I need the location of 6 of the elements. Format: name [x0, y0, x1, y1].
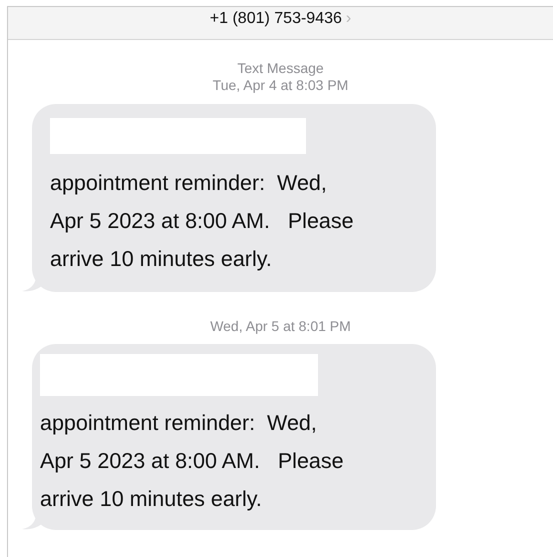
message-text: appointment reminder: Wed, Apr 5 2023 at 8:00 AM. Please arrive 10 minutes early. [50, 170, 354, 273]
contact-title[interactable]: +1 (801) 753-9436 [210, 9, 342, 29]
timestamp: Tue, Apr 4 at 8:03 PM [212, 77, 348, 94]
service-label: Text Message [237, 60, 324, 77]
timestamp: Wed, Apr 5 at 8:01 PM [210, 318, 351, 335]
message-text: appointment reminder: Wed, Apr 5 2023 at 8:00 AM. Please arrive 10 minutes early. [40, 410, 344, 513]
